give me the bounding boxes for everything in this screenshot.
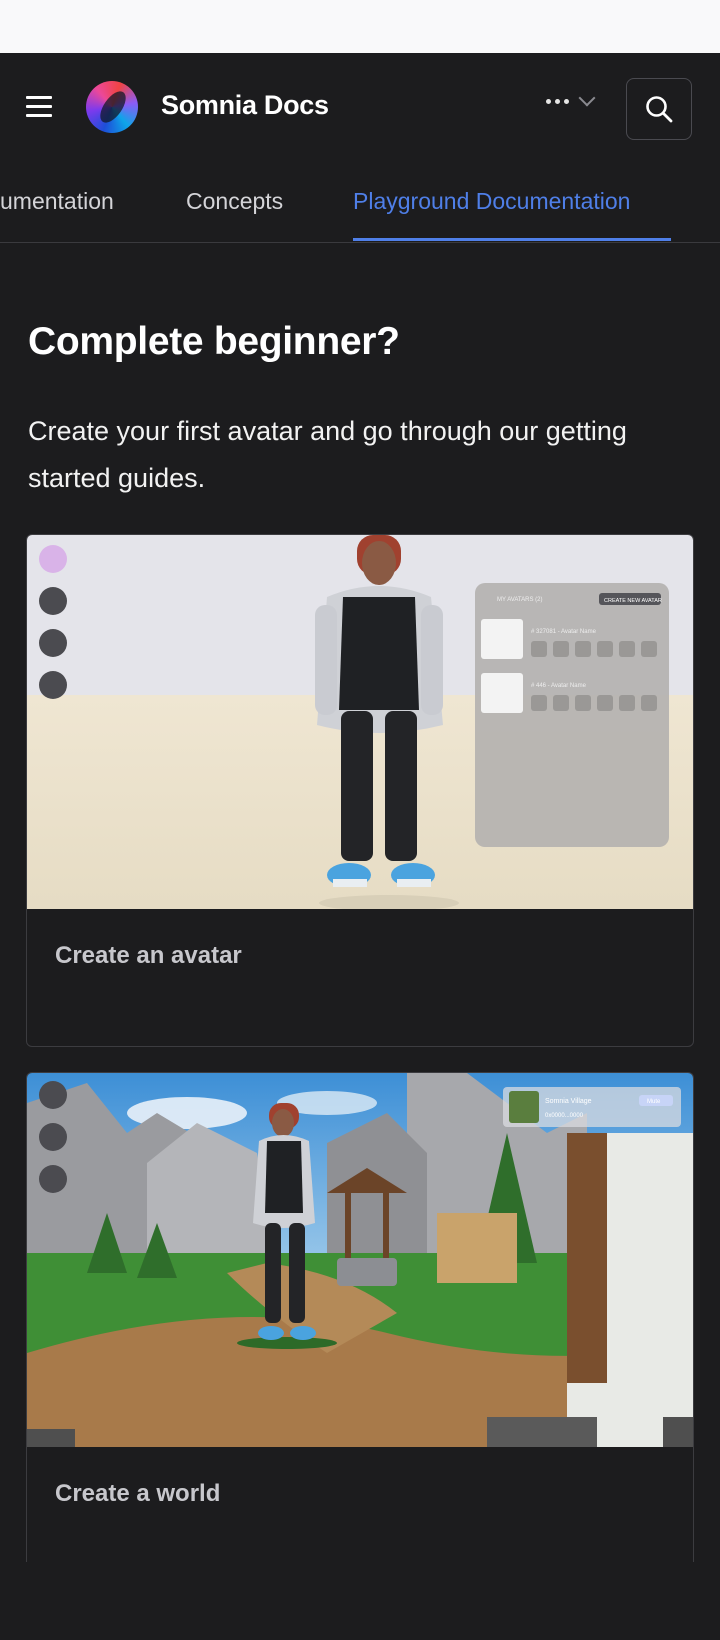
twitter-icon	[39, 671, 67, 699]
more-menu-button[interactable]	[546, 89, 596, 107]
globe-icon	[39, 1081, 67, 1109]
active-tab-indicator	[353, 238, 671, 241]
hud-world-name: Somnia Village	[545, 1098, 592, 1105]
more-dots-icon	[546, 98, 569, 104]
chevron-down-icon	[578, 89, 596, 107]
inventory-icon	[39, 1165, 67, 1193]
site-header: Somnia Docs umentation Concepts Playgrou…	[0, 53, 720, 243]
hamburger-menu-icon[interactable]	[26, 90, 58, 122]
docs-tabs: umentation Concepts Playground Documenta…	[0, 160, 720, 243]
somnia-logo[interactable]	[86, 81, 138, 133]
create-avatar-card[interactable]: MY AVATARS (2) CREATE NEW AVATAR # 32708…	[26, 534, 694, 1047]
avatar-icon	[39, 1123, 67, 1151]
page-heading: Complete beginner?	[28, 320, 400, 363]
hud-mute-label: Mute	[647, 1099, 661, 1105]
tab-concepts[interactable]: Concepts	[186, 188, 283, 215]
search-button[interactable]	[626, 78, 692, 140]
create-world-card[interactable]: Somnia Village 0x0000...0000 Mute Create…	[26, 1072, 694, 1562]
nft-icon	[39, 545, 67, 573]
panel-create-new-avatar-label: CREATE NEW AVATAR	[604, 598, 662, 604]
tab-playground-documentation[interactable]: Playground Documentation	[353, 188, 630, 215]
avatar-editor-screenshot: MY AVATARS (2) CREATE NEW AVATAR # 32708…	[27, 535, 693, 909]
intro-text: Create your first avatar and go through …	[28, 416, 627, 493]
status-strip	[0, 0, 720, 53]
hud-world-address: 0x0000...0000	[545, 1113, 584, 1119]
panel-avatar-2-label: # 446 - Avatar Name	[531, 683, 587, 689]
shirt-icon	[39, 629, 67, 657]
search-icon	[646, 96, 673, 123]
site-title[interactable]: Somnia Docs	[161, 90, 329, 121]
panel-my-avatars-label: MY AVATARS (2)	[497, 597, 542, 603]
panel-avatar-1-label: # 327081 - Avatar Name	[531, 629, 597, 635]
avatar-icon	[39, 587, 67, 615]
card-title[interactable]: Create a world	[55, 1480, 220, 1508]
world-screenshot: Somnia Village 0x0000...0000 Mute	[27, 1073, 693, 1447]
card-title[interactable]: Create an avatar	[55, 942, 242, 970]
tab-documentation[interactable]: umentation	[0, 188, 114, 215]
